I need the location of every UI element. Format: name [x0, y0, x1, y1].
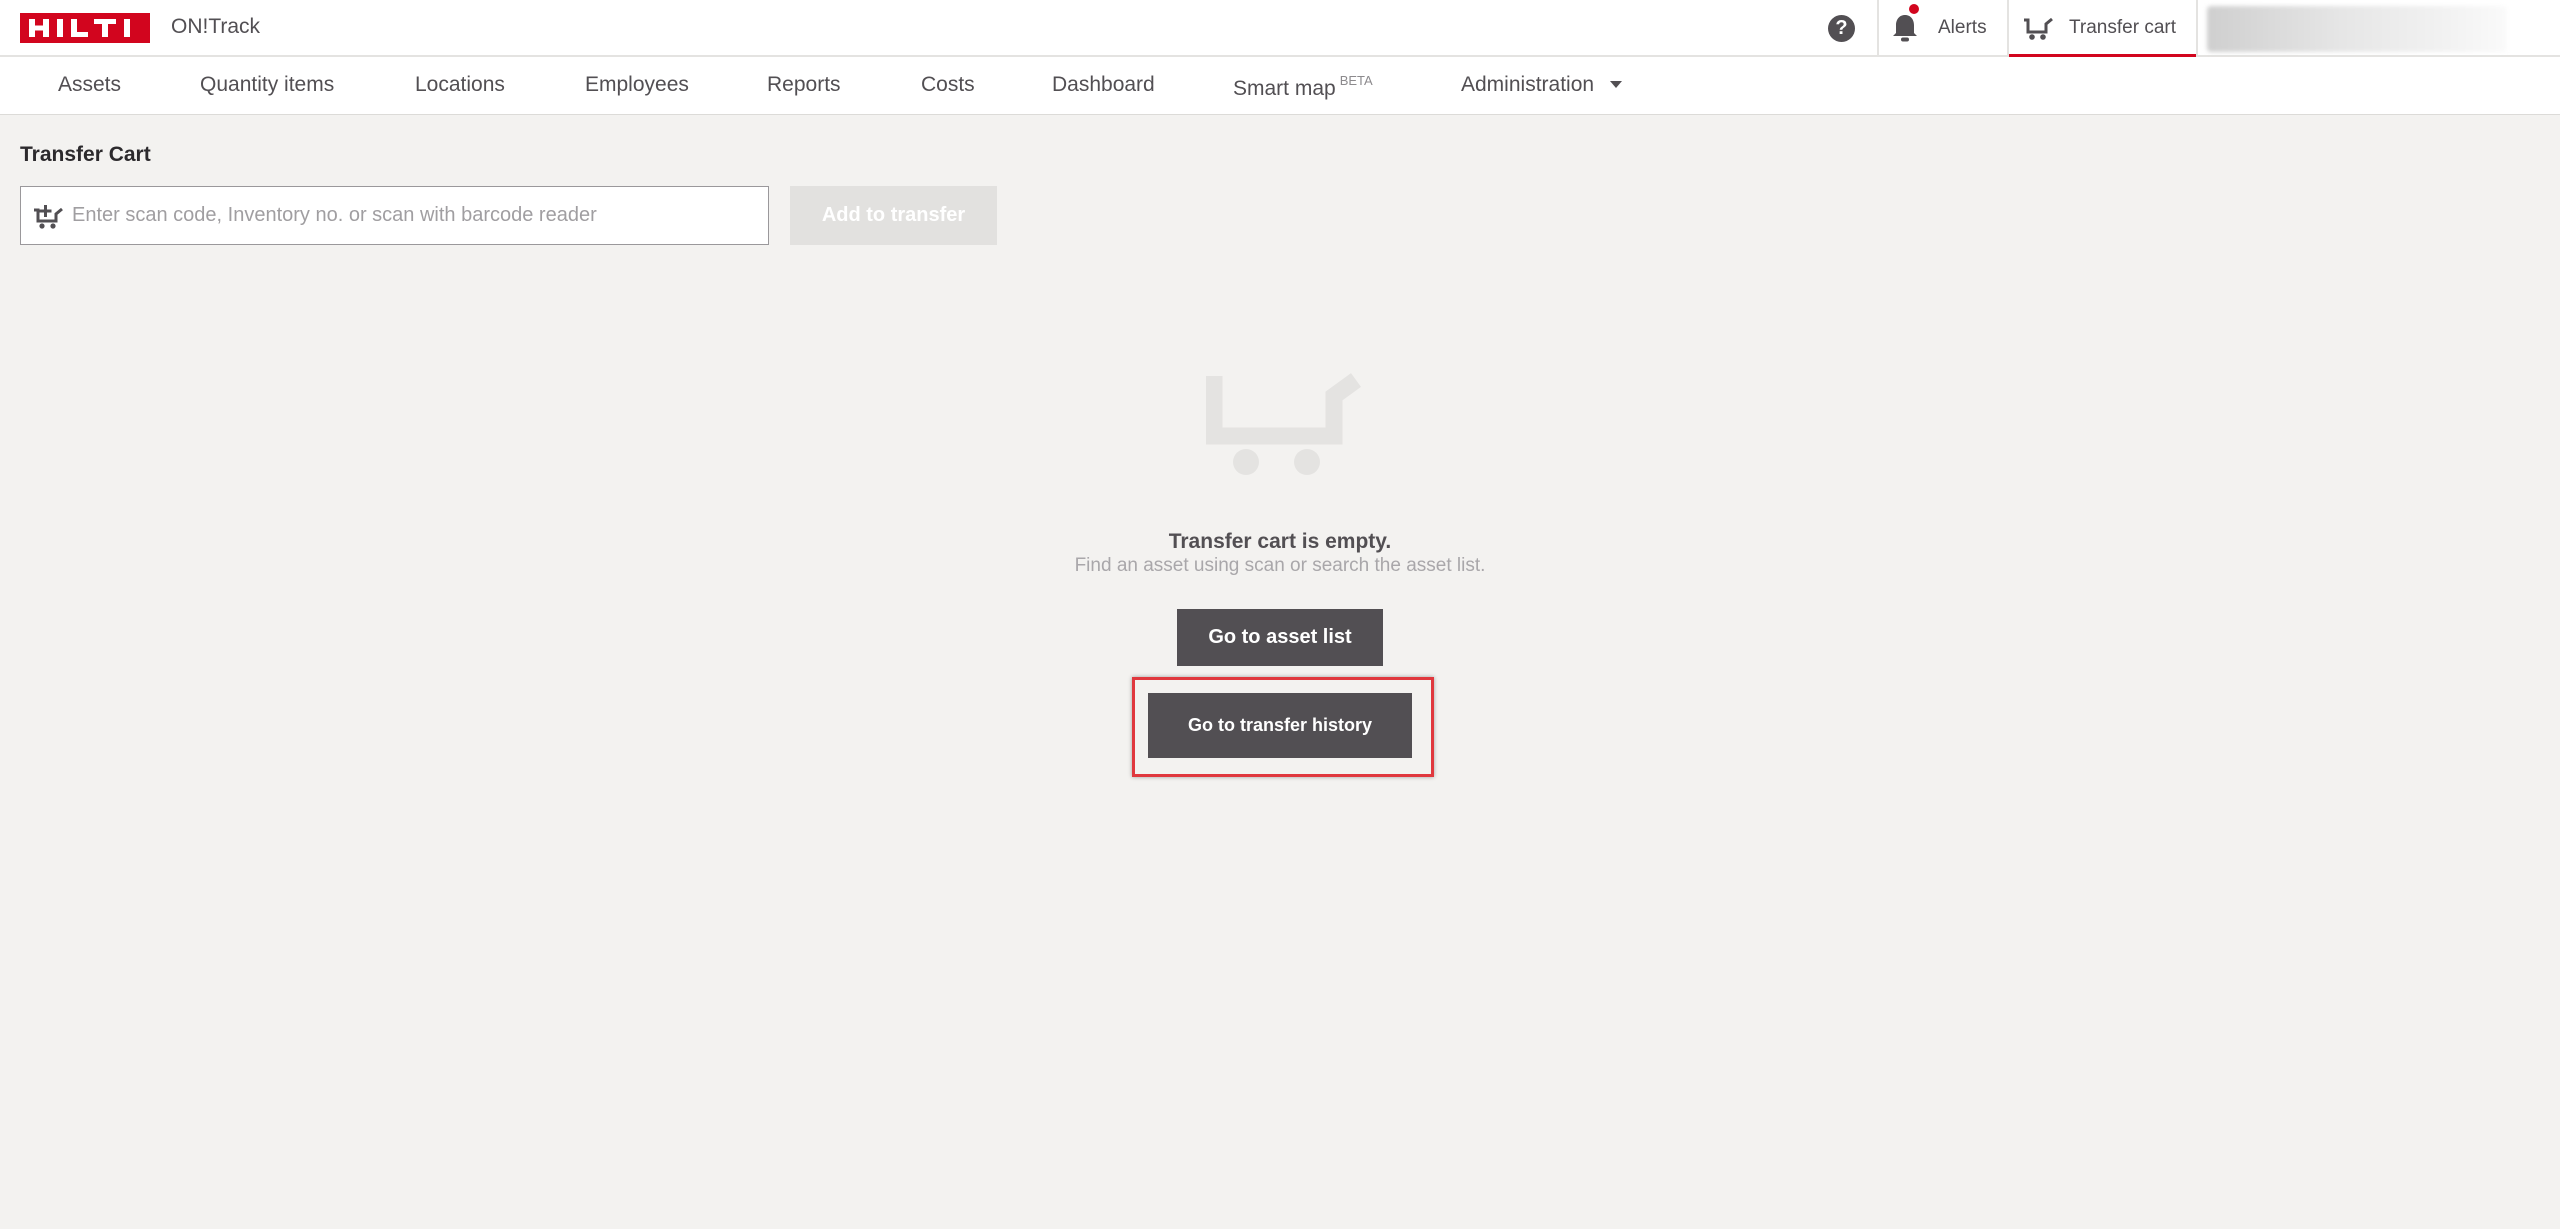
nav-quantity-items[interactable]: Quantity items — [200, 73, 334, 97]
nav-reports[interactable]: Reports — [767, 73, 841, 97]
top-header: ON!Track ? Alerts Transfer cart — [0, 0, 2560, 57]
chevron-down-icon — [1610, 81, 1623, 88]
page-title: Transfer Cart — [20, 143, 151, 166]
nav-costs[interactable]: Costs — [921, 73, 975, 97]
transfer-cart-label: Transfer cart — [2069, 17, 2176, 38]
nav-locations[interactable]: Locations — [415, 73, 505, 97]
scan-field[interactable] — [20, 186, 769, 245]
header-divider — [2196, 0, 2198, 57]
app-name: ON!Track — [171, 15, 261, 38]
nav-administration-label: Administration — [1461, 73, 1595, 96]
help-icon[interactable]: ? — [1828, 15, 1855, 42]
cart-icon — [2024, 17, 2053, 40]
add-to-transfer-button[interactable]: Add to transfer — [790, 186, 997, 245]
nav-assets[interactable]: Assets — [58, 73, 121, 97]
header-divider — [1877, 0, 1879, 57]
main-navigation: Assets Quantity items Locations Employee… — [0, 57, 2560, 115]
nav-dashboard[interactable]: Dashboard — [1052, 73, 1155, 97]
empty-cart-icon — [1206, 373, 1361, 475]
user-account-area[interactable] — [2207, 6, 2507, 52]
go-to-transfer-history-button[interactable]: Go to transfer history — [1148, 693, 1412, 758]
alert-indicator — [1909, 4, 1919, 14]
cart-scan-icon — [34, 205, 63, 229]
bell-icon[interactable] — [1891, 13, 1919, 43]
scan-input[interactable] — [72, 187, 762, 244]
nav-smart-map-label: Smart map — [1233, 77, 1336, 100]
transfer-cart-tab[interactable]: Transfer cart — [2009, 0, 2196, 57]
go-to-asset-list-button[interactable]: Go to asset list — [1177, 609, 1383, 666]
hilti-logo[interactable] — [20, 13, 150, 43]
beta-badge: BETA — [1339, 73, 1373, 88]
alerts-label[interactable]: Alerts — [1938, 17, 1987, 39]
empty-cart-subtitle: Find an asset using scan or search the a… — [1074, 555, 1486, 576]
nav-administration[interactable]: Administration — [1461, 73, 1623, 97]
nav-smart-map[interactable]: Smart map BETA — [1233, 73, 1373, 101]
nav-employees[interactable]: Employees — [585, 73, 689, 97]
empty-cart-title: Transfer cart is empty. — [1168, 530, 1392, 553]
